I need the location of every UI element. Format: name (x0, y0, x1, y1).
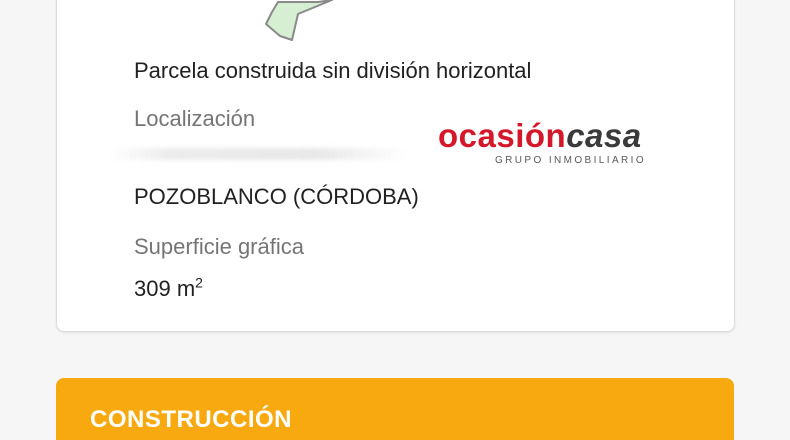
watermark-brand: ocasióncasa (438, 117, 642, 154)
blurred-address (108, 148, 408, 160)
surface-label: Superficie gráfica (134, 234, 304, 259)
section-title: CONSTRUCCIÓN (90, 406, 292, 433)
location-value: POZOBLANCO (CÓRDOBA) (134, 184, 419, 209)
construction-section-header[interactable]: CONSTRUCCIÓN (56, 378, 734, 440)
watermark-tagline: GRUPO INMOBILIARIO (495, 155, 646, 166)
screen: Parcela construida sin división horizont… (0, 0, 790, 440)
location-label: Localización (134, 106, 256, 131)
parcel-type-value: Parcela construida sin división horizont… (134, 58, 532, 83)
watermark-logo: ocasióncasa GRUPO INMOBILIARIO (438, 118, 682, 168)
surface-value: 309 m2 (134, 274, 203, 301)
parcel-shape-icon (265, 0, 333, 41)
